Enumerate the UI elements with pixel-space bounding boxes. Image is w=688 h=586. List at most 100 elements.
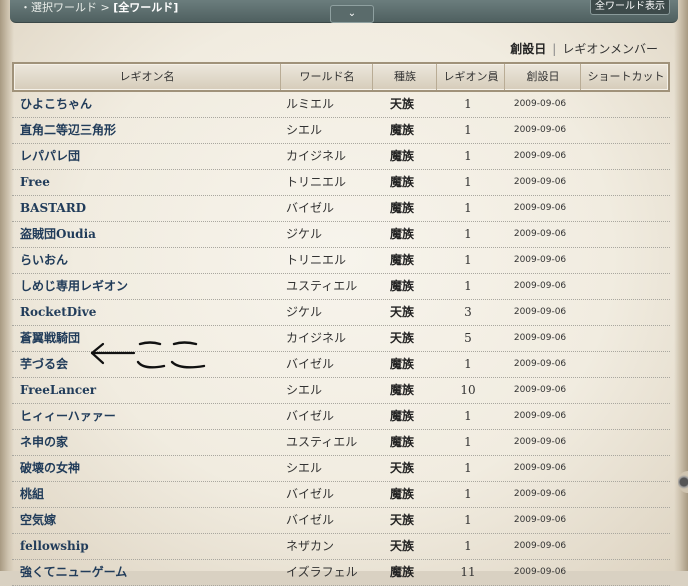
world-name: トリニエル (286, 253, 347, 267)
legion-name-link[interactable]: fellowship (20, 534, 270, 559)
table-row: 直角二等辺三角形 シエル 魔族 1 2009-09-06 (12, 118, 670, 144)
legion-name-link[interactable]: 直角二等辺三角形 (20, 118, 270, 143)
legion-table: レギオン名 ワールド名 種族 レギオン員 創設日 ショートカット ひよこちゃん ル… (12, 62, 670, 586)
table-row: Free トリニエル 魔族 1 2009-09-06 (12, 170, 670, 196)
founded-date: 2009-09-06 (513, 541, 567, 551)
handwritten-annotation (90, 341, 206, 369)
world-name: ルミエル (286, 97, 335, 111)
race: 魔族 (389, 149, 414, 163)
legion-name-link[interactable]: BASTARD (20, 196, 270, 221)
table-row: RocketDive ジケル 天族 3 2009-09-06 (12, 300, 670, 326)
race: 天族 (389, 513, 414, 527)
member-count: 1 (464, 97, 472, 111)
header-members[interactable]: レギオン員 (436, 64, 505, 90)
legion-name-link[interactable]: 破壊の女神 (20, 456, 270, 481)
legion-name-link[interactable]: 桃組 (20, 482, 270, 507)
founded-date: 2009-09-06 (513, 385, 567, 395)
world-name: シエル (286, 461, 323, 475)
world-name: バイゼル (286, 513, 335, 527)
header-founded-date[interactable]: 創設日 (504, 64, 581, 90)
header-race[interactable]: 種族 (372, 64, 437, 90)
world-name: バイゼル (286, 409, 335, 423)
race: 魔族 (389, 565, 414, 579)
legion-name-link[interactable]: レパパレ団 (20, 144, 270, 169)
header-legion-name[interactable]: レギオン名 (14, 64, 280, 90)
member-count: 1 (464, 513, 472, 527)
expand-toggle-button[interactable]: ⌄ (330, 5, 374, 23)
world-name: ネザカン (286, 539, 335, 553)
member-count: 3 (464, 305, 472, 319)
member-count: 1 (464, 435, 472, 449)
member-count: 1 (464, 409, 472, 423)
legion-name-link[interactable]: ヒィィーハァァー (20, 404, 270, 429)
member-count: 1 (464, 175, 472, 189)
founded-date: 2009-09-06 (513, 333, 567, 343)
sort-founded-date[interactable]: 創設日 (510, 42, 546, 56)
world-name: バイゼル (286, 487, 335, 501)
member-count: 1 (464, 149, 472, 163)
founded-date: 2009-09-06 (513, 307, 567, 317)
legion-name-link[interactable]: 強くてニューゲーム (20, 560, 270, 585)
sort-legion-members[interactable]: レギオンメンバー (562, 42, 658, 56)
world-name: トリニエル (286, 175, 347, 189)
race: 魔族 (389, 383, 414, 397)
race: 天族 (389, 461, 414, 475)
sort-separator: | (552, 42, 557, 56)
legion-name-link[interactable]: ネ申の家 (20, 430, 270, 455)
race: 魔族 (389, 201, 414, 215)
founded-date: 2009-09-06 (513, 567, 567, 577)
legion-name-link[interactable]: Free (20, 170, 270, 195)
founded-date: 2009-09-06 (513, 203, 567, 213)
table-row: ヒィィーハァァー バイゼル 魔族 1 2009-09-06 (12, 404, 670, 430)
world-filter-bar: ・選択ワールド > [全ワールド] ⌄ 全ワールド表示 (10, 0, 678, 23)
world-name: ユスティエル (286, 279, 358, 293)
breadcrumb: ・選択ワールド > [全ワールド] (20, 0, 178, 15)
member-count: 1 (464, 357, 472, 371)
world-name: バイゼル (286, 201, 335, 215)
show-all-worlds-button[interactable]: 全ワールド表示 (590, 0, 670, 15)
sort-links: 創設日 | レギオンメンバー (510, 40, 658, 57)
founded-date: 2009-09-06 (513, 99, 567, 109)
header-world-name[interactable]: ワールド名 (280, 64, 373, 90)
legion-name-link[interactable]: 空気嫁 (20, 508, 270, 533)
member-count: 1 (464, 487, 472, 501)
table-row: BASTARD バイゼル 魔族 1 2009-09-06 (12, 196, 670, 222)
race: 魔族 (389, 435, 414, 449)
founded-date: 2009-09-06 (513, 255, 567, 265)
founded-date: 2009-09-06 (513, 489, 567, 499)
table-row: 桃組 バイゼル 魔族 1 2009-09-06 (12, 482, 670, 508)
legion-name-link[interactable]: らいおん (20, 248, 270, 273)
table-row: レパパレ団 カイジネル 魔族 1 2009-09-06 (12, 144, 670, 170)
table-row: らいおん トリニエル 魔族 1 2009-09-06 (12, 248, 670, 274)
race: 魔族 (389, 227, 414, 241)
legion-name-link[interactable]: 盗賊団Oudia (20, 222, 270, 247)
race: 魔族 (389, 409, 414, 423)
founded-date: 2009-09-06 (513, 125, 567, 135)
chevron-down-icon: ⌄ (347, 8, 357, 19)
arrow-left-icon (90, 342, 136, 365)
member-count: 10 (460, 383, 476, 397)
legion-name-link[interactable]: しめじ専用レギオン (20, 274, 270, 299)
founded-date: 2009-09-06 (513, 463, 567, 473)
race: 天族 (389, 539, 414, 553)
table-row: FreeLancer シエル 魔族 10 2009-09-06 (12, 378, 670, 404)
legion-name-link[interactable]: RocketDive (20, 300, 270, 325)
header-shortcut[interactable]: ショートカット (580, 64, 671, 90)
race: 天族 (389, 331, 414, 345)
race: 魔族 (389, 279, 414, 293)
race: 魔族 (389, 357, 414, 371)
race: 魔族 (389, 175, 414, 189)
world-name: カイジネル (286, 149, 347, 163)
breadcrumb-prefix: ・選択ワールド > (20, 1, 114, 14)
world-name: ジケル (286, 305, 323, 319)
race: 天族 (389, 97, 414, 111)
legion-name-link[interactable]: ひよこちゃん (20, 92, 270, 117)
table-row: ひよこちゃん ルミエル 天族 1 2009-09-06 (12, 92, 670, 118)
founded-date: 2009-09-06 (513, 229, 567, 239)
table-row: 破壊の女神 シエル 天族 1 2009-09-06 (12, 456, 670, 482)
table-row: 強くてニューゲーム イズラフェル 魔族 11 2009-09-06 (12, 560, 670, 586)
legion-name-link[interactable]: FreeLancer (20, 378, 270, 403)
race: 魔族 (389, 123, 414, 137)
breadcrumb-current: [全ワールド] (113, 1, 179, 14)
world-name: ジケル (286, 227, 323, 241)
